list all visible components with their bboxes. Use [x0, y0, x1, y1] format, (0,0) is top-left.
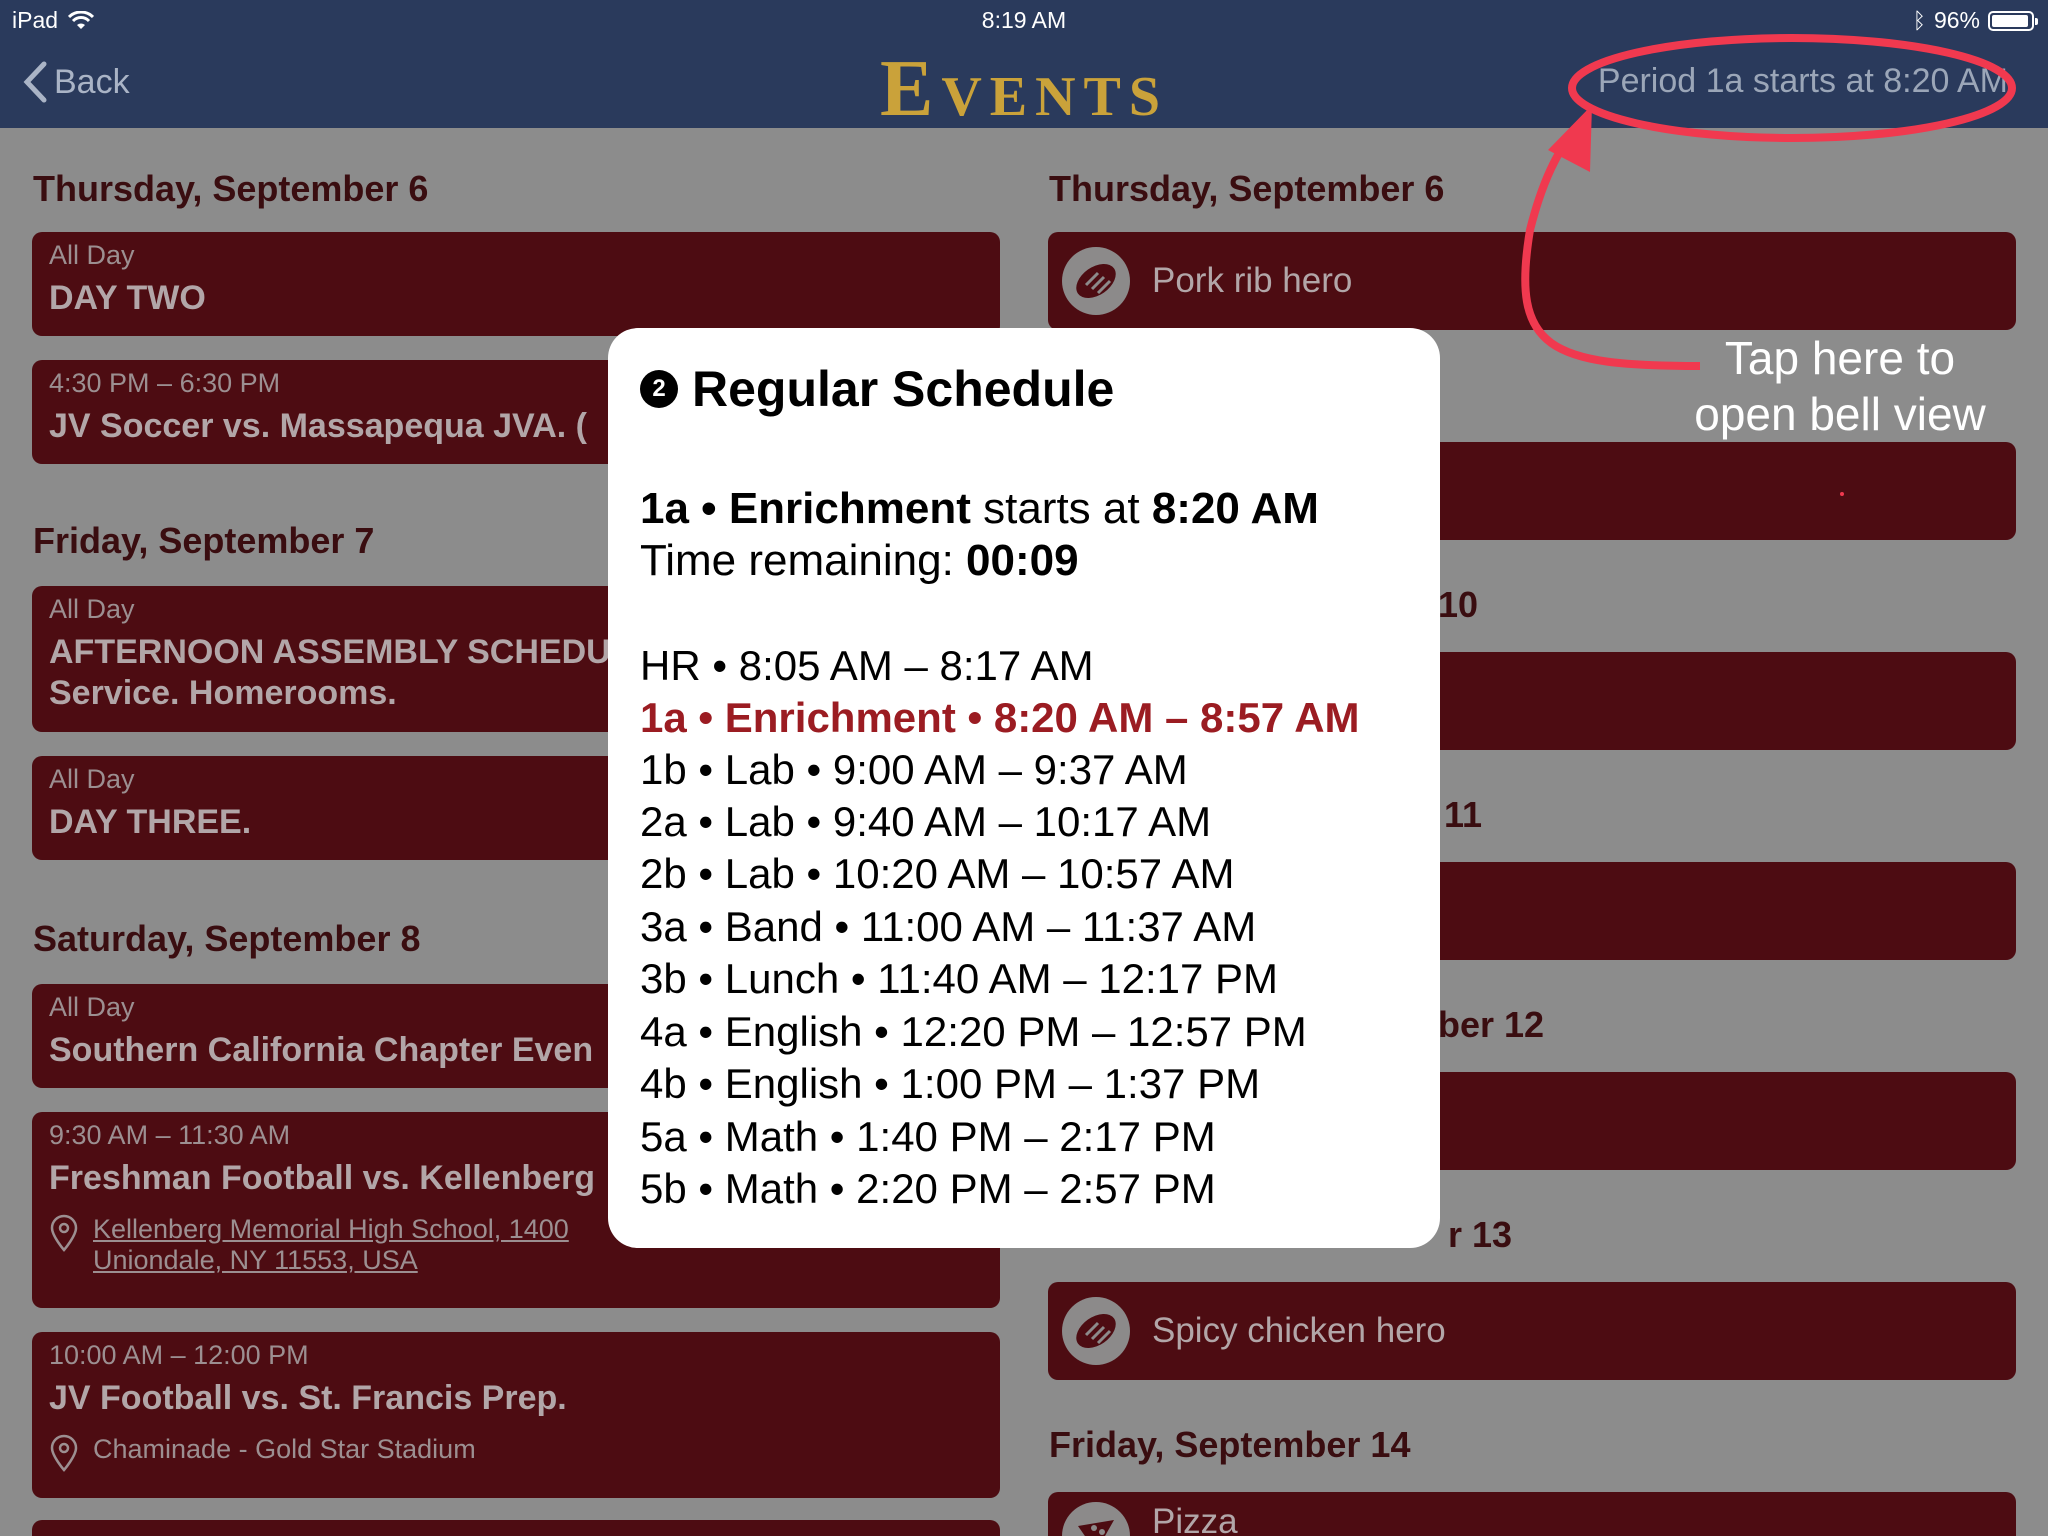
annotation-line1: Tap here to	[1724, 332, 1956, 384]
highlight-ellipse	[1568, 34, 2016, 142]
annotation-overlay	[1521, 34, 2016, 496]
tap-dot	[1840, 492, 1844, 496]
annotation-text: Tap here to open bell view	[1640, 330, 2040, 442]
annotation-line2: open bell view	[1694, 388, 1986, 440]
